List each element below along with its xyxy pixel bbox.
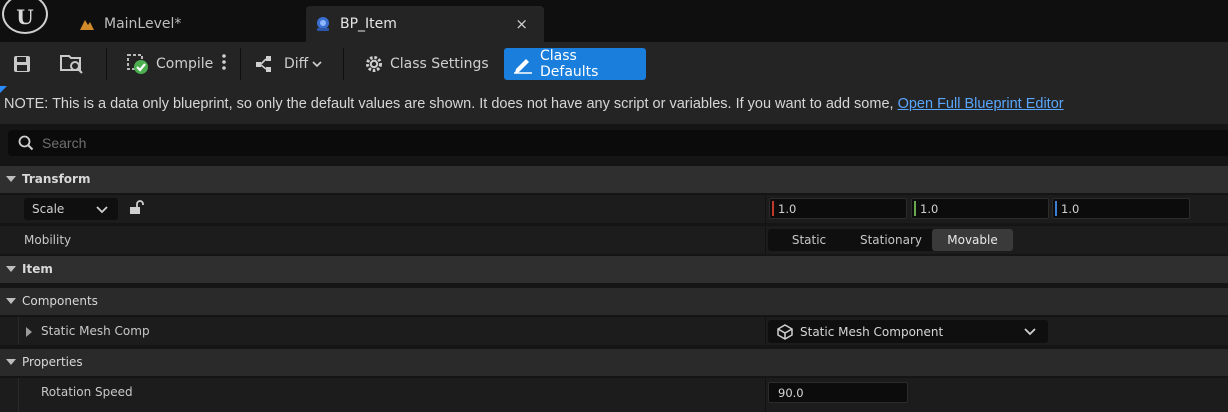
class-defaults-label: Class Defaults [540, 48, 599, 80]
x-axis-marker [772, 201, 774, 216]
mobility-movable-option[interactable]: Movable [932, 229, 1013, 251]
close-icon[interactable]: × [515, 15, 528, 33]
scale-y-value: 1.0 [920, 202, 939, 216]
open-full-editor-link[interactable]: Open Full Blueprint Editor [898, 96, 1064, 112]
scale-z-value: 1.0 [1061, 202, 1080, 216]
category-properties[interactable]: Properties [0, 349, 1228, 376]
save-button[interactable] [12, 48, 38, 80]
category-label: Item [22, 262, 53, 276]
collapse-arrow-icon[interactable] [6, 266, 16, 272]
category-label: Components [22, 294, 98, 308]
diff-button[interactable]: Diff [254, 48, 322, 80]
rotation-speed-field[interactable]: 90.0 [768, 382, 908, 403]
expand-arrow-icon[interactable] [26, 327, 32, 337]
data-only-note: NOTE: This is a data only blueprint, so … [0, 86, 1228, 124]
static-mesh-comp-label: Static Mesh Comp [41, 324, 150, 338]
unlock-icon[interactable] [128, 199, 144, 218]
mobility-static-option[interactable]: Static [768, 229, 850, 251]
toolbar: Compile Diff Class Settings Class Defaul… [0, 42, 1228, 86]
chevron-down-icon [96, 203, 108, 217]
tab-bp-item[interactable]: BP_Item × [306, 6, 544, 42]
mobility-stationary-option[interactable]: Stationary [850, 229, 932, 251]
category-item[interactable]: Item [0, 256, 1228, 283]
chevron-down-icon [312, 60, 322, 68]
tab-bar: U MainLevel* BP_Item × [0, 0, 1228, 42]
property-row-static-mesh-comp: Static Mesh Comp Static Mesh Component [0, 316, 1228, 345]
mobility-segmented-control: Static Stationary Movable [768, 229, 1013, 251]
blueprint-icon [312, 13, 334, 35]
note-corner-marker [0, 86, 7, 93]
class-settings-button[interactable]: Class Settings [364, 48, 489, 80]
scale-mode-value: Scale [32, 202, 65, 216]
search-input[interactable] [42, 135, 642, 151]
class-defaults-button[interactable]: Class Defaults [504, 48, 646, 80]
scale-x-value: 1.0 [778, 202, 797, 216]
more-options-icon [221, 53, 227, 75]
level-icon [76, 13, 98, 35]
compile-button[interactable]: Compile [126, 48, 213, 80]
y-axis-marker [914, 201, 916, 216]
column-splitter[interactable] [765, 226, 766, 254]
tab-main-level[interactable]: MainLevel* [76, 6, 306, 42]
toolbar-separator [343, 48, 344, 80]
z-axis-marker [1055, 201, 1057, 216]
column-splitter[interactable] [765, 378, 766, 412]
chevron-down-icon [1024, 325, 1036, 339]
scale-y-field[interactable]: 1.0 [911, 198, 1049, 219]
note-text: NOTE: This is a data only blueprint, so … [4, 96, 898, 112]
search-bar [8, 130, 1228, 156]
column-splitter[interactable] [765, 317, 766, 345]
scale-x-field[interactable]: 1.0 [769, 198, 907, 219]
property-row-rotation-speed: Rotation Speed 90.0 [0, 377, 1228, 412]
category-components[interactable]: Components [0, 288, 1228, 315]
indent-guide [18, 317, 19, 345]
compile-success-icon [126, 52, 150, 76]
toolbar-separator [240, 48, 241, 80]
unreal-logo-icon[interactable]: U [2, 0, 48, 34]
static-mesh-icon [776, 323, 794, 340]
indent-guide [18, 378, 19, 412]
compile-options-button[interactable] [221, 48, 227, 80]
category-transform[interactable]: Transform [0, 166, 1228, 193]
scale-mode-dropdown[interactable]: Scale [24, 198, 118, 220]
gear-icon [364, 54, 384, 74]
property-row-mobility: Mobility Static Stationary Movable [0, 225, 1228, 254]
search-icon [18, 135, 34, 151]
mobility-label: Mobility [24, 233, 72, 247]
property-row-scale: Scale 1.0 1.0 1.0 [0, 194, 1228, 223]
toolbar-separator [106, 48, 107, 80]
rotation-speed-value: 90.0 [778, 386, 804, 400]
diff-label: Diff [284, 56, 309, 72]
edit-pencil-icon [512, 54, 534, 74]
browse-icon [58, 53, 86, 75]
save-icon [12, 54, 32, 74]
static-mesh-component-dropdown[interactable]: Static Mesh Component [768, 320, 1048, 343]
column-splitter[interactable] [765, 195, 766, 223]
collapse-arrow-icon[interactable] [6, 176, 16, 182]
tab-label: BP_Item [340, 16, 397, 32]
browse-button[interactable] [58, 48, 92, 80]
scale-z-field[interactable]: 1.0 [1052, 198, 1190, 219]
rotation-speed-label: Rotation Speed [41, 385, 133, 399]
collapse-arrow-icon[interactable] [6, 298, 16, 304]
class-settings-label: Class Settings [390, 56, 489, 72]
tab-label: MainLevel* [104, 16, 182, 32]
category-label: Transform [22, 172, 91, 186]
diff-icon [254, 54, 278, 74]
static-mesh-component-value: Static Mesh Component [800, 324, 944, 339]
category-label: Properties [22, 355, 83, 369]
compile-label: Compile [156, 56, 214, 72]
collapse-arrow-icon[interactable] [6, 359, 16, 365]
